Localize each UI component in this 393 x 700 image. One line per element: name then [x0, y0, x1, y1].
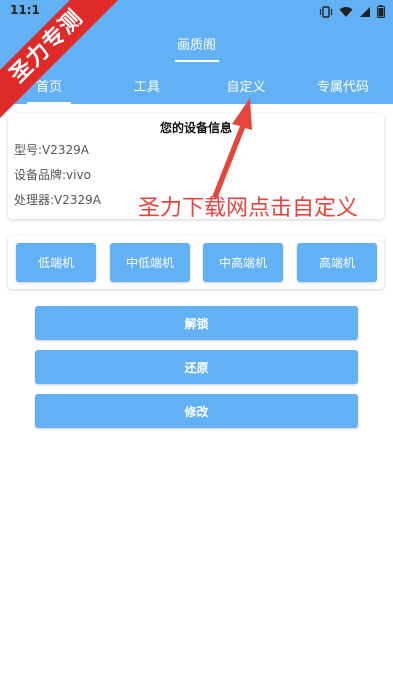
tier-mid-high-button[interactable]: 中高端机 — [203, 243, 283, 282]
restore-button[interactable]: 还原 — [35, 350, 358, 384]
tier-high-button[interactable]: 高端机 — [297, 243, 377, 282]
tier-mid-low-button[interactable]: 中低端机 — [110, 243, 190, 282]
modify-button[interactable]: 修改 — [35, 394, 358, 428]
unlock-button[interactable]: 解锁 — [35, 306, 358, 340]
app-screen: 11:1 画质阁 首页 工具 自定义 专属代码 您的设备信息 型号:V2329A… — [0, 0, 393, 700]
tier-low-button[interactable]: 低端机 — [16, 243, 96, 282]
device-tier-card: 低端机 中低端机 中高端机 高端机 — [8, 236, 384, 289]
